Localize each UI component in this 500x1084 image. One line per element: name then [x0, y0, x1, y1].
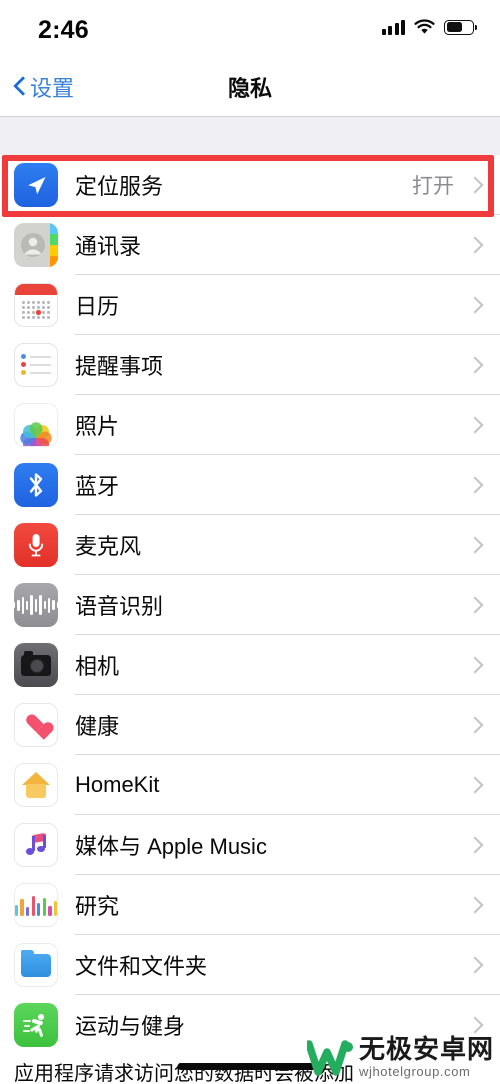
- list-item-research[interactable]: 研究: [0, 875, 500, 935]
- list-item-reminders[interactable]: 提醒事项: [0, 335, 500, 395]
- camera-icon: [14, 643, 58, 687]
- list-item-label: 媒体与 Apple Music: [75, 834, 267, 859]
- list-item-label: HomeKit: [75, 772, 160, 797]
- list-item-label: 定位服务: [75, 174, 164, 199]
- chevron-right-icon: [464, 714, 486, 736]
- watermark-url: wjhotelgroup.com: [358, 1064, 471, 1079]
- list-item-value: 打开: [412, 175, 454, 198]
- list-item-location-services[interactable]: 定位服务 打开: [0, 155, 500, 215]
- list-item-label: 研究: [75, 894, 120, 919]
- navigation-bar: 设置 隐私: [0, 58, 500, 117]
- list-item-label: 健康: [75, 714, 120, 739]
- list-item-bluetooth[interactable]: 蓝牙: [0, 455, 500, 515]
- cellular-bars-icon: [381, 19, 405, 35]
- list-item-files-and-folders[interactable]: 文件和文件夹: [0, 935, 500, 995]
- status-bar: 2:46: [0, 0, 500, 58]
- iphone-screen: 2:46 设置 隐私 定位服务 打开 通讯录 日历 提醒事项 照片 蓝牙 麦克风…: [0, 0, 500, 1084]
- reminders-icon: [14, 343, 58, 387]
- health-heart-icon: [14, 703, 58, 747]
- page-title: 隐私: [227, 76, 272, 101]
- list-item-health[interactable]: 健康: [0, 695, 500, 755]
- chevron-right-icon: [464, 474, 486, 496]
- status-bar-indicators: [381, 19, 478, 35]
- list-top-spacer: [0, 117, 500, 155]
- chevron-right-icon: [464, 234, 486, 256]
- list-item-label: 文件和文件夹: [75, 954, 208, 979]
- homekit-house-icon: [14, 763, 58, 807]
- list-item-label: 提醒事项: [75, 354, 164, 379]
- list-item-microphone[interactable]: 麦克风: [0, 515, 500, 575]
- privacy-settings-list: 定位服务 打开 通讯录 日历 提醒事项 照片 蓝牙 麦克风 语音识别 相机 健康…: [0, 155, 500, 1055]
- location-arrow-icon: [14, 163, 58, 207]
- list-item-media-apple-music[interactable]: 媒体与 Apple Music: [0, 815, 500, 875]
- chevron-right-icon: [464, 414, 486, 436]
- chevron-right-icon: [464, 954, 486, 976]
- list-item-label: 蓝牙: [75, 474, 120, 499]
- home-indicator[interactable]: [177, 1063, 323, 1070]
- speech-recognition-icon: [14, 583, 58, 627]
- chevron-right-icon: [464, 534, 486, 556]
- chevron-right-icon: [464, 654, 486, 676]
- files-folder-icon: [14, 943, 58, 987]
- watermark-logo-icon: [305, 1038, 353, 1078]
- contacts-tabs: [50, 223, 58, 267]
- contacts-icon: [14, 223, 58, 267]
- list-item-label: 麦克风: [75, 534, 142, 559]
- list-item-camera[interactable]: 相机: [0, 635, 500, 695]
- microphone-icon: [14, 523, 58, 567]
- list-item-homekit[interactable]: HomeKit: [0, 755, 500, 815]
- photos-pinwheel: [17, 410, 55, 446]
- watermark-name: 无极安卓网: [358, 1034, 494, 1064]
- chevron-right-icon: [464, 894, 486, 916]
- battery-icon: [444, 19, 478, 35]
- chevron-right-icon: [464, 174, 486, 196]
- list-item-label: 语音识别: [75, 594, 164, 619]
- chevron-right-icon: [464, 834, 486, 856]
- research-bars: [15, 894, 57, 916]
- calendar-dots: [21, 300, 51, 320]
- photos-icon: [14, 403, 58, 447]
- status-bar-clock: 2:46: [38, 16, 89, 44]
- list-item-label: 通讯录: [75, 234, 142, 259]
- chevron-right-icon: [464, 1014, 486, 1036]
- list-item-photos[interactable]: 照片: [0, 395, 500, 455]
- chevron-right-icon: [464, 774, 486, 796]
- wifi-icon: [414, 19, 435, 35]
- bluetooth-icon: [14, 463, 58, 507]
- list-item-speech-recognition[interactable]: 语音识别: [0, 575, 500, 635]
- waveform: [14, 594, 58, 616]
- chevron-right-icon: [464, 594, 486, 616]
- fitness-runner-icon: [14, 1003, 58, 1047]
- research-chart-icon: [14, 883, 58, 927]
- list-item-contacts[interactable]: 通讯录: [0, 215, 500, 275]
- list-item-label: 照片: [75, 414, 120, 439]
- calendar-icon: [14, 283, 58, 327]
- chevron-right-icon: [464, 354, 486, 376]
- list-item-label: 相机: [75, 654, 120, 679]
- watermark: 无极安卓网 wjhotelgroup.com: [305, 1034, 494, 1079]
- chevron-right-icon: [464, 294, 486, 316]
- apple-music-note-icon: [14, 823, 58, 867]
- list-item-label: 日历: [75, 294, 120, 319]
- list-item-calendar[interactable]: 日历: [0, 275, 500, 335]
